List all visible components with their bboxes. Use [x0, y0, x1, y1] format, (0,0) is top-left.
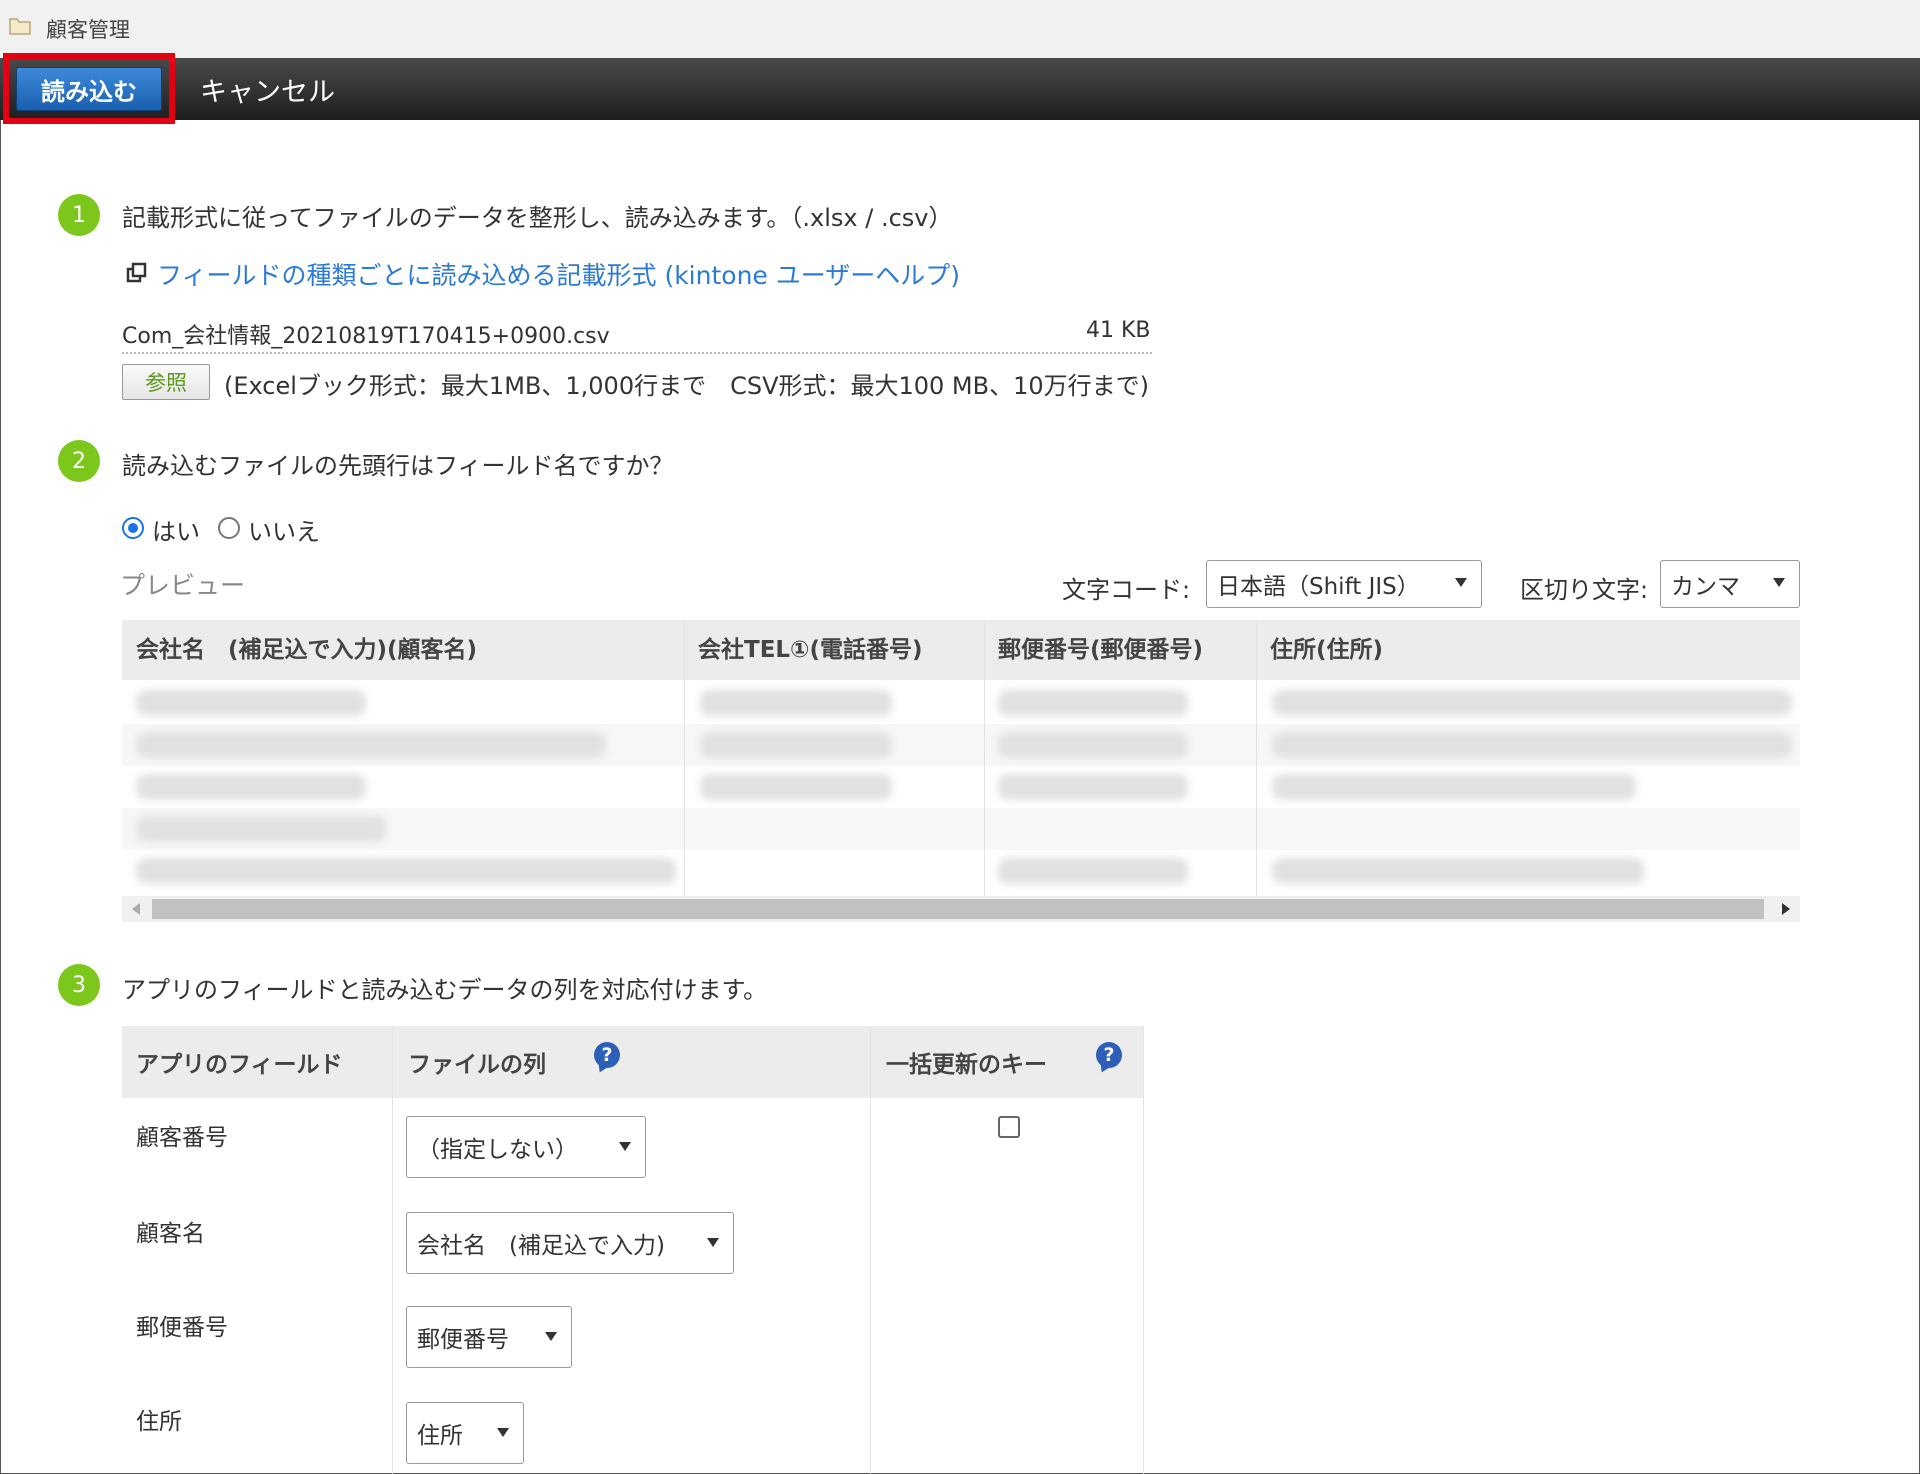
format-help-link[interactable]: フィールドの種類ごとに読み込める記載形式 (kintone ユーザーヘルプ) [157, 256, 960, 292]
app-title: 顧客管理 [46, 18, 130, 42]
chevron-down-icon [619, 1142, 631, 1151]
chevron-down-icon [497, 1428, 509, 1437]
step-3-badge: 3 [58, 964, 100, 1006]
app-folder-icon [9, 18, 31, 35]
postal-code-column-value: 郵便番号 [417, 1327, 509, 1353]
title-bar: 顧客管理 [0, 0, 1920, 59]
external-link-icon [126, 262, 147, 283]
field-customer-number: 顧客番号 [136, 1125, 228, 1151]
scrollbar-thumb[interactable] [152, 899, 1764, 919]
mapping-col-app-field: アプリのフィールド [136, 1052, 343, 1078]
step-2-text: 読み込むファイルの先頭行はフィールド名ですか？ [122, 452, 674, 480]
selected-file-size: 41 KB [1086, 318, 1151, 343]
file-divider [122, 352, 1152, 354]
field-customer-name: 顧客名 [136, 1221, 205, 1247]
preview-header: 会社名 (補足込で入力)(顧客名) 会社TEL①(電話番号) 郵便番号(郵便番号… [122, 620, 1800, 680]
encoding-select[interactable]: 日本語（Shift JIS） [1206, 560, 1482, 608]
preview-horizontal-scrollbar[interactable] [122, 896, 1800, 922]
scroll-left-arrow-icon[interactable] [132, 903, 140, 915]
step-1-badge: 1 [58, 194, 100, 236]
header-yes-label[interactable]: はい [152, 512, 200, 547]
customer-number-column-value: （指定しない） [417, 1137, 578, 1163]
preview-label: プレビュー [120, 571, 246, 600]
preview-row [122, 724, 1800, 766]
scroll-right-arrow-icon[interactable] [1782, 903, 1790, 915]
customer-name-column-value: 会社名 (補足込で入力) [417, 1233, 665, 1259]
address-column-select[interactable]: 住所 [406, 1402, 524, 1464]
preview-row [122, 808, 1800, 850]
chevron-down-icon [707, 1238, 719, 1247]
header-no-label[interactable]: いいえ [248, 512, 320, 547]
chevron-down-icon [1455, 578, 1467, 587]
delimiter-label: 区切り文字: [1520, 576, 1649, 604]
preview-col-zip: 郵便番号(郵便番号) [998, 637, 1204, 663]
update-key-help-icon[interactable]: ? [1096, 1042, 1122, 1068]
selected-file-name: Com_会社情報_20210819T170415+0900.csv [122, 324, 610, 349]
mapping-col-file-column: ファイルの列 [408, 1052, 546, 1078]
update-key-checkbox[interactable] [998, 1116, 1020, 1138]
field-postal-code: 郵便番号 [136, 1315, 228, 1341]
encoding-value: 日本語（Shift JIS） [1217, 574, 1420, 600]
preview-col-company: 会社名 (補足込で入力)(顧客名) [136, 637, 478, 663]
import-button-highlight [3, 53, 175, 124]
preview-col-tel: 会社TEL①(電話番号) [698, 637, 923, 663]
step-3-text: アプリのフィールドと読み込むデータの列を対応付けます。 [122, 976, 768, 1004]
chevron-down-icon [545, 1332, 557, 1341]
customer-name-column-select[interactable]: 会社名 (補足込で入力) [406, 1212, 734, 1274]
encoding-label: 文字コード: [1062, 576, 1191, 604]
cancel-button[interactable]: キャンセル [200, 70, 335, 109]
preview-col-address: 住所(住所) [1270, 637, 1384, 663]
postal-code-column-select[interactable]: 郵便番号 [406, 1306, 572, 1368]
mapping-col-update-key: 一括更新のキー [886, 1052, 1047, 1078]
mapping-header: アプリのフィールド ファイルの列 ? 一括更新のキー ? [122, 1026, 1144, 1098]
field-address: 住所 [136, 1409, 182, 1435]
file-limit-text: (Excelブック形式：最大1MB、1,000行まで CSV形式：最大100 M… [224, 372, 1150, 400]
address-column-value: 住所 [417, 1423, 463, 1449]
customer-number-column-select[interactable]: （指定しない） [406, 1116, 646, 1178]
chevron-down-icon [1773, 578, 1785, 587]
step-2-badge: 2 [58, 440, 100, 482]
file-column-help-icon[interactable]: ? [594, 1042, 620, 1068]
delimiter-select[interactable]: カンマ [1660, 560, 1800, 608]
header-no-radio[interactable] [218, 517, 240, 539]
step-1-text: 記載形式に従ってファイルのデータを整形し、読み込みます。（.xlsx / .cs… [122, 204, 953, 232]
preview-row [122, 682, 1800, 724]
delimiter-value: カンマ [1671, 574, 1740, 600]
preview-row [122, 766, 1800, 808]
browse-button[interactable]: 参照 [122, 364, 210, 400]
preview-row [122, 850, 1800, 892]
header-yes-radio[interactable] [122, 517, 144, 539]
preview-table: 会社名 (補足込で入力)(顧客名) 会社TEL①(電話番号) 郵便番号(郵便番号… [122, 620, 1800, 896]
